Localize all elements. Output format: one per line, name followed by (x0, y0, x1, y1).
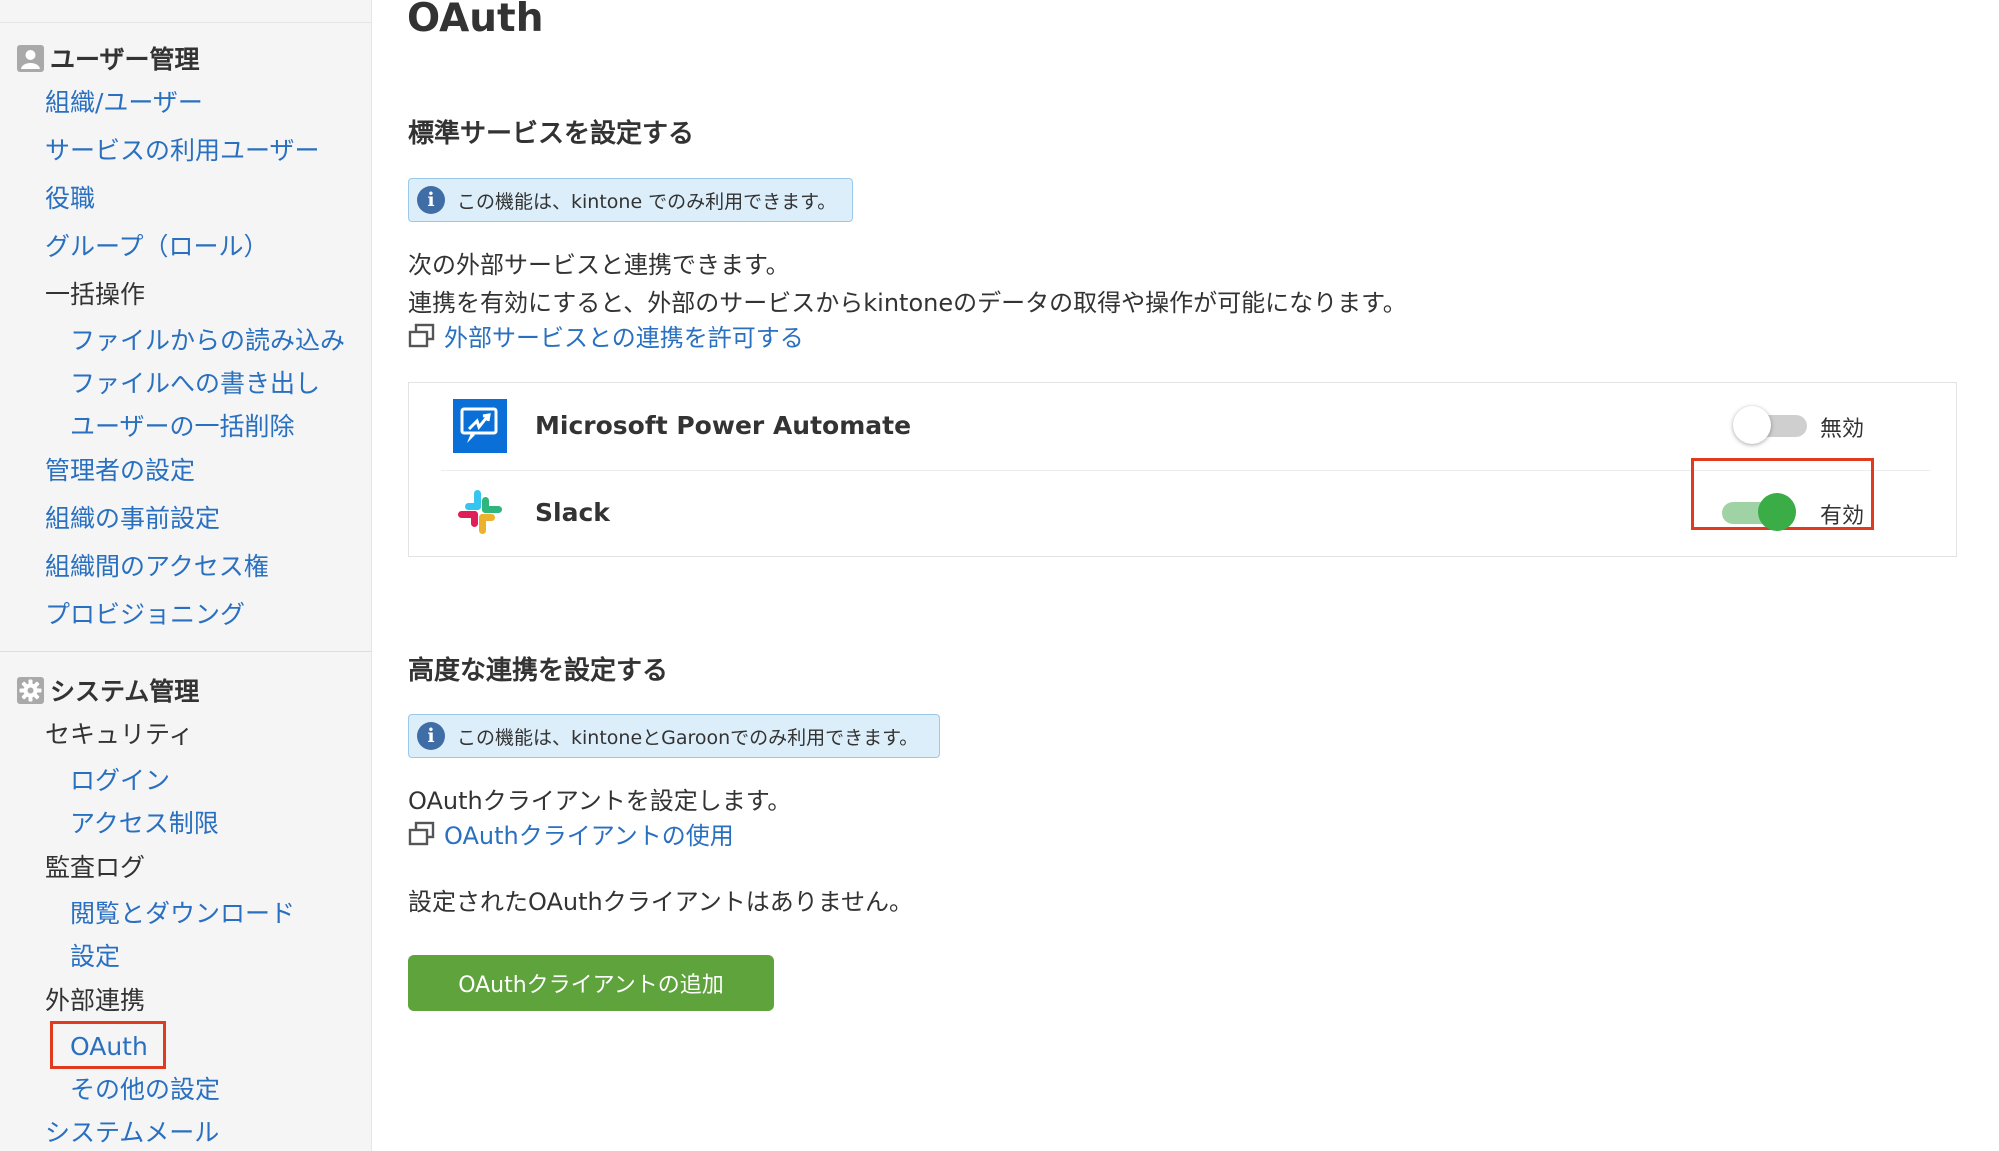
standard-desc-1: 次の外部サービスと連携できます。 (408, 251, 790, 279)
slack-icon (458, 490, 502, 534)
oauth-client-usage-link-label: OAuthクライアントの使用 (444, 822, 734, 850)
no-oauth-clients-message: 設定されたOAuthクライアントはありません。 (408, 888, 914, 916)
standard-info-text: この機能は、kintone でのみ利用できます。 (457, 190, 837, 213)
sidebar-item-import-file[interactable]: ファイルからの読み込み (70, 326, 345, 356)
add-oauth-client-button[interactable]: OAuthクライアントの追加 (408, 955, 774, 1011)
info-icon: i (417, 722, 445, 750)
section-user-management-label: ユーザー管理 (50, 45, 200, 74)
services-table: Microsoft Power Automate 無効 Slack 有効 (408, 382, 1957, 557)
gear-icon (17, 676, 44, 704)
slack-status: 有効 (1820, 504, 1865, 529)
standard-services-heading: 標準サービスを設定する (408, 119, 695, 149)
sidebar-item-provisioning[interactable]: プロビジョニング (45, 600, 245, 630)
sidebar-item-system-mail[interactable]: システムメール (45, 1118, 219, 1148)
sidebar-item-access-restriction[interactable]: アクセス制限 (70, 809, 219, 839)
external-window-icon (408, 821, 435, 845)
service-name-slack: Slack (535, 498, 610, 527)
external-window-icon (408, 323, 435, 347)
standard-info-box: i この機能は、kintone でのみ利用できます。 (408, 178, 853, 222)
toggle-knob (1758, 493, 1796, 531)
sidebar-item-org-users[interactable]: 組織/ユーザー (45, 88, 203, 118)
advanced-info-text: この機能は、kintoneとGaroonでのみ利用できます。 (457, 726, 919, 749)
sidebar-item-bulk-delete[interactable]: ユーザーの一括削除 (70, 412, 295, 442)
power-automate-status: 無効 (1820, 417, 1865, 442)
sidebar-item-oauth[interactable]: OAuth (70, 1032, 148, 1062)
sidebar-item-security: セキュリティ (45, 720, 194, 749)
advanced-info-box: i この機能は、kintoneとGaroonでのみ利用できます。 (408, 714, 940, 758)
info-icon: i (417, 186, 445, 214)
oauth-client-usage-link[interactable]: OAuthクライアントの使用 (408, 816, 734, 851)
power-automate-icon (453, 399, 507, 453)
sidebar-item-org-access[interactable]: 組織間のアクセス権 (45, 552, 269, 582)
service-row-slack: Slack 有効 (409, 458, 1956, 557)
sidebar-item-groups[interactable]: グループ（ロール） (45, 232, 269, 262)
allow-external-services-link-label: 外部サービスとの連携を許可する (444, 324, 804, 352)
allow-external-services-link[interactable]: 外部サービスとの連携を許可する (408, 318, 804, 353)
sidebar-item-external-integration: 外部連携 (45, 986, 146, 1015)
sidebar-item-other-settings[interactable]: その他の設定 (70, 1075, 220, 1105)
main-content: OAuth 標準サービスを設定する i この機能は、kintone でのみ利用で… (372, 0, 1999, 1151)
sidebar-item-login[interactable]: ログイン (70, 766, 170, 796)
sidebar-item-roles[interactable]: 役職 (45, 184, 95, 214)
slack-toggle[interactable] (1718, 493, 1796, 531)
advanced-integration-heading: 高度な連携を設定する (408, 656, 669, 686)
standard-desc-2: 連携を有効にすると、外部のサービスからkintoneのデータの取得や操作が可能に… (408, 289, 1407, 317)
service-name-power-automate: Microsoft Power Automate (535, 411, 912, 440)
sidebar: ユーザー管理 組織/ユーザー サービスの利用ユーザー 役職 グループ（ロール） … (0, 0, 372, 1151)
toggle-knob (1733, 406, 1771, 444)
sidebar-item-audit-log: 監査ログ (45, 853, 146, 882)
sidebar-item-export-file[interactable]: ファイルへの書き出し (70, 369, 320, 399)
service-row-power-automate: Microsoft Power Automate 無効 (409, 383, 1956, 470)
section-user-management: ユーザー管理 (17, 40, 200, 76)
section-system-management: システム管理 (17, 672, 199, 708)
sidebar-item-audit-settings[interactable]: 設定 (70, 942, 120, 972)
advanced-desc: OAuthクライアントを設定します。 (408, 787, 792, 815)
sidebar-item-view-download[interactable]: 閲覧とダウンロード (70, 899, 295, 929)
sidebar-item-admin-settings[interactable]: 管理者の設定 (45, 456, 195, 486)
page-title: OAuth (407, 0, 544, 41)
power-automate-toggle[interactable] (1733, 406, 1811, 444)
sidebar-item-bulk-ops: 一括操作 (45, 280, 146, 309)
user-icon (17, 44, 44, 72)
sidebar-top-divider (0, 22, 372, 23)
sidebar-divider (0, 651, 372, 652)
sidebar-item-service-users[interactable]: サービスの利用ユーザー (45, 136, 320, 166)
sidebar-item-org-presets[interactable]: 組織の事前設定 (45, 504, 220, 534)
section-system-management-label: システム管理 (50, 677, 200, 706)
